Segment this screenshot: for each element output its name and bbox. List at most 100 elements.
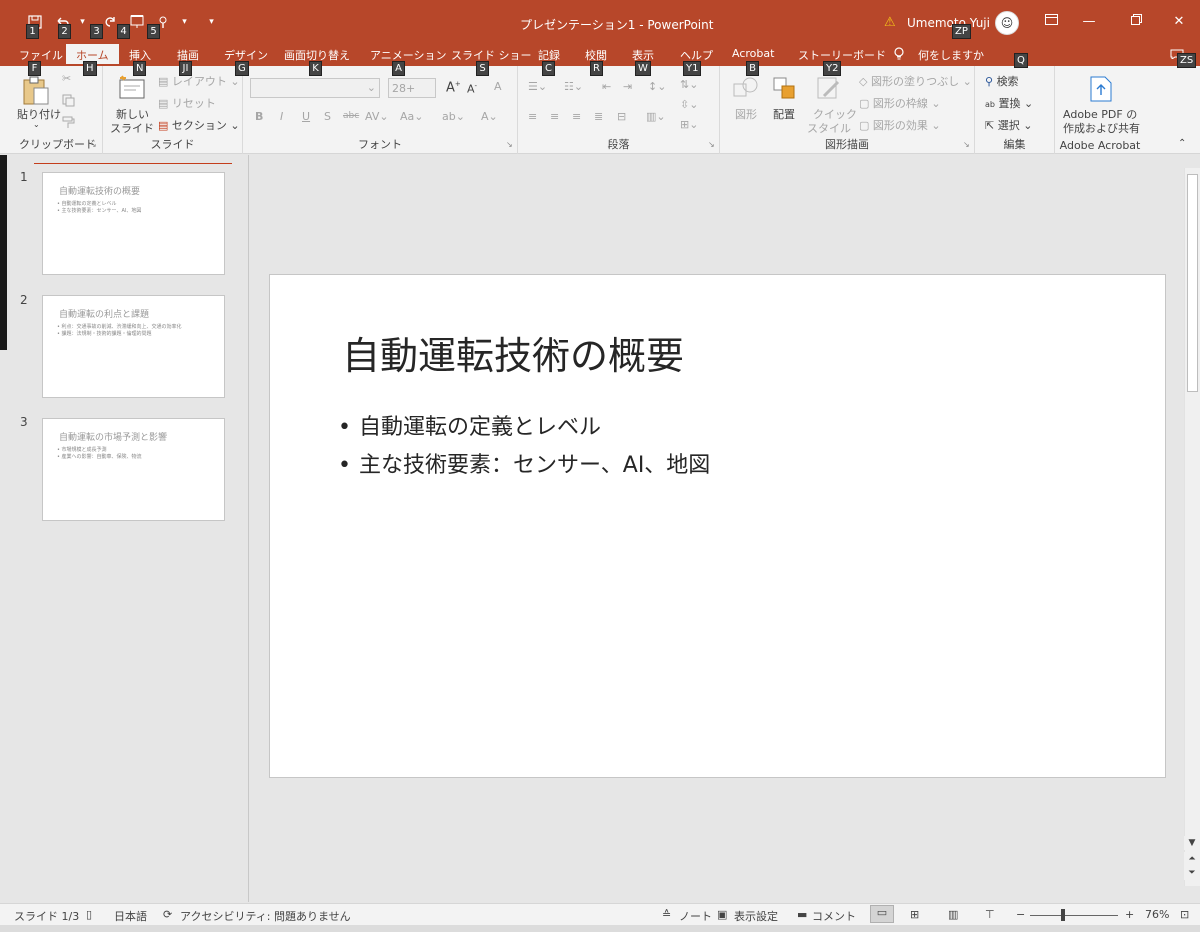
restore-icon[interactable] [1127,13,1145,31]
slide-title[interactable]: 自動運転技術の概要 [342,325,684,380]
char-spacing-icon[interactable]: AV⌄ [365,110,389,123]
underline-icon[interactable]: U [302,110,310,123]
font-name-dropdown-icon[interactable]: ⌄ [367,81,376,94]
slideshow-view-icon[interactable]: ⊤ [985,908,995,921]
start-slideshow-icon[interactable] [128,14,145,31]
decrease-indent-icon[interactable]: ⇤ [602,80,611,93]
section-button[interactable]: ▤ セクション ⌄ [158,117,240,133]
vertical-scrollbar[interactable] [1184,168,1200,886]
columns-icon[interactable]: ▥⌄ [646,110,666,123]
tab-storyboard[interactable]: ストーリーボード [798,47,886,63]
format-painter-icon[interactable] [62,116,76,132]
create-pdf-label2[interactable]: 作成および共有 [1063,120,1140,136]
align-text-icon[interactable]: ⇳⌄ [680,98,698,111]
previous-slide-icon[interactable]: ⏶ [1184,852,1200,866]
slide-thumbnail-2[interactable]: 自動運転の利点と課題 • 利点：交通事故の削減、渋滞緩和向上、交通の効率化 • … [42,295,225,398]
accessibility-icon[interactable]: ⟳ [163,908,172,921]
zoom-in-icon[interactable]: + [1125,908,1134,921]
tab-slideshow[interactable]: スライド ショー [451,47,532,63]
minimize-icon[interactable]: — [1080,13,1098,31]
font-launcher-icon[interactable]: ↘ [506,140,513,149]
text-direction-icon[interactable]: ⇅⌄ [680,78,698,91]
find-button[interactable]: ⚲ 検索 [985,73,1019,89]
reset-button[interactable]: ▤ リセット [158,95,216,111]
ribbon-display-options-icon[interactable] [1042,13,1060,31]
comments-button[interactable]: コメント [812,908,856,924]
tell-me-search[interactable]: 何をしますか [918,47,984,63]
normal-view-icon[interactable]: ▭ [870,905,894,923]
shapes-icon[interactable] [732,76,760,103]
new-slide-icon[interactable] [116,74,148,103]
shapes-label[interactable]: 図形 [735,106,757,122]
user-name[interactable]: Umemoto Yuji [907,16,990,30]
line-spacing-icon[interactable]: ↕⌄ [648,80,666,93]
smartart-icon[interactable]: ⊞⌄ [680,118,698,131]
arrange-label[interactable]: 配置 [773,106,795,122]
drawing-launcher-icon[interactable]: ↘ [963,140,970,149]
highlight-icon[interactable]: ab⌄ [442,110,465,123]
paste-dropdown-icon[interactable]: ⌄ [33,120,40,129]
quick-styles-icon[interactable] [816,76,842,105]
strikethrough-icon[interactable]: abc [343,111,359,121]
next-slide-icon[interactable]: ⏷ [1184,866,1200,880]
cut-icon[interactable]: ✂ [62,72,71,85]
fit-to-window-icon[interactable]: ⊡ [1180,908,1189,921]
italic-icon[interactable]: I [280,110,283,123]
touch-dropdown-icon[interactable]: ▾ [176,14,193,31]
justify-icon[interactable]: ≣ [594,110,603,123]
clear-format-icon[interactable]: A [494,80,502,93]
clipboard-launcher-icon[interactable]: ↘ [90,140,97,149]
create-pdf-icon[interactable] [1088,75,1114,106]
tab-animations[interactable]: アニメーション [370,47,447,63]
comments-icon[interactable]: ▬ [797,908,807,921]
increase-indent-icon[interactable]: ⇥ [623,80,632,93]
slide-bullet-2[interactable]: 主な技術要素：センサー、AI、地図 [338,447,710,485]
scrollbar-thumb[interactable] [1187,174,1198,392]
zoom-slider[interactable] [1030,915,1118,916]
undo-dropdown-icon[interactable]: ▾ [74,14,91,31]
slide-thumbnail-1[interactable]: 自動運転技術の概要 • 自動運転の定義とレベル • 主な技術要素：センサー、AI… [42,172,225,275]
copy-icon[interactable] [62,94,75,110]
display-settings-icon[interactable]: ▣ [717,908,727,921]
language-indicator[interactable]: 日本語 [114,908,147,924]
accessibility-status[interactable]: アクセシビリティ: 問題ありません [180,908,351,924]
increase-font-icon[interactable]: A+ [446,80,461,95]
slide-body[interactable]: 自動運転の定義とレベル 主な技術要素：センサー、AI、地図 [338,409,710,485]
new-slide-label2[interactable]: スライド [110,120,154,136]
collapse-ribbon-icon[interactable]: ⌃ [1178,138,1186,149]
display-settings-button[interactable]: 表示設定 [734,908,778,924]
reading-view-icon[interactable]: ▥ [948,908,958,921]
select-button[interactable]: ⇱ 選択 ⌄ [985,117,1032,133]
zoom-slider-knob[interactable] [1061,909,1065,921]
slide-counter[interactable]: スライド 1/3 [14,908,79,924]
slide-bullet-1[interactable]: 自動運転の定義とレベル [338,409,710,447]
layout-button[interactable]: ▤ レイアウト ⌄ [158,73,240,89]
scroll-down-icon[interactable]: ▼ [1184,836,1200,850]
shape-effects-button[interactable]: ▢ 図形の効果 ⌄ [859,117,941,133]
notes-icon[interactable]: ≙ [662,908,671,921]
zoom-out-icon[interactable]: − [1016,908,1025,921]
slide-sorter-icon[interactable]: ⊞ [910,908,919,921]
tab-file[interactable]: ファイル [19,47,63,63]
warning-icon[interactable]: ⚠ [884,15,896,30]
replace-button[interactable]: ab 置換 ⌄ [985,95,1033,111]
font-size-box[interactable]: 28+ [388,78,436,98]
slide-thumbnail-3[interactable]: 自動運転の市場予測と影響 • 市場規模と成長予測 • 産業への影響：自動車、保険… [42,418,225,521]
notes-button[interactable]: ノート [679,908,712,924]
align-center-icon[interactable]: ≡ [550,110,559,123]
font-color-icon[interactable]: A⌄ [481,110,498,123]
change-case-icon[interactable]: Aa⌄ [400,110,423,123]
paste-icon[interactable] [22,76,50,109]
distributed-icon[interactable]: ⊟ [617,110,626,123]
lightbulb-icon[interactable] [893,47,905,64]
bold-icon[interactable]: B [255,110,263,123]
font-name-box[interactable]: ⌄ [250,78,380,98]
numbering-icon[interactable]: ☷⌄ [564,80,583,93]
redo-icon[interactable] [101,14,118,31]
zoom-level[interactable]: 76% [1145,908,1169,921]
slide-canvas[interactable]: 自動運転技術の概要 自動運転の定義とレベル 主な技術要素：センサー、AI、地図 [269,274,1166,778]
arrange-icon[interactable] [772,76,798,103]
bullets-icon[interactable]: ☰⌄ [528,80,547,93]
spellcheck-icon[interactable]: ▯ [86,908,92,921]
close-icon[interactable]: ✕ [1170,13,1188,31]
